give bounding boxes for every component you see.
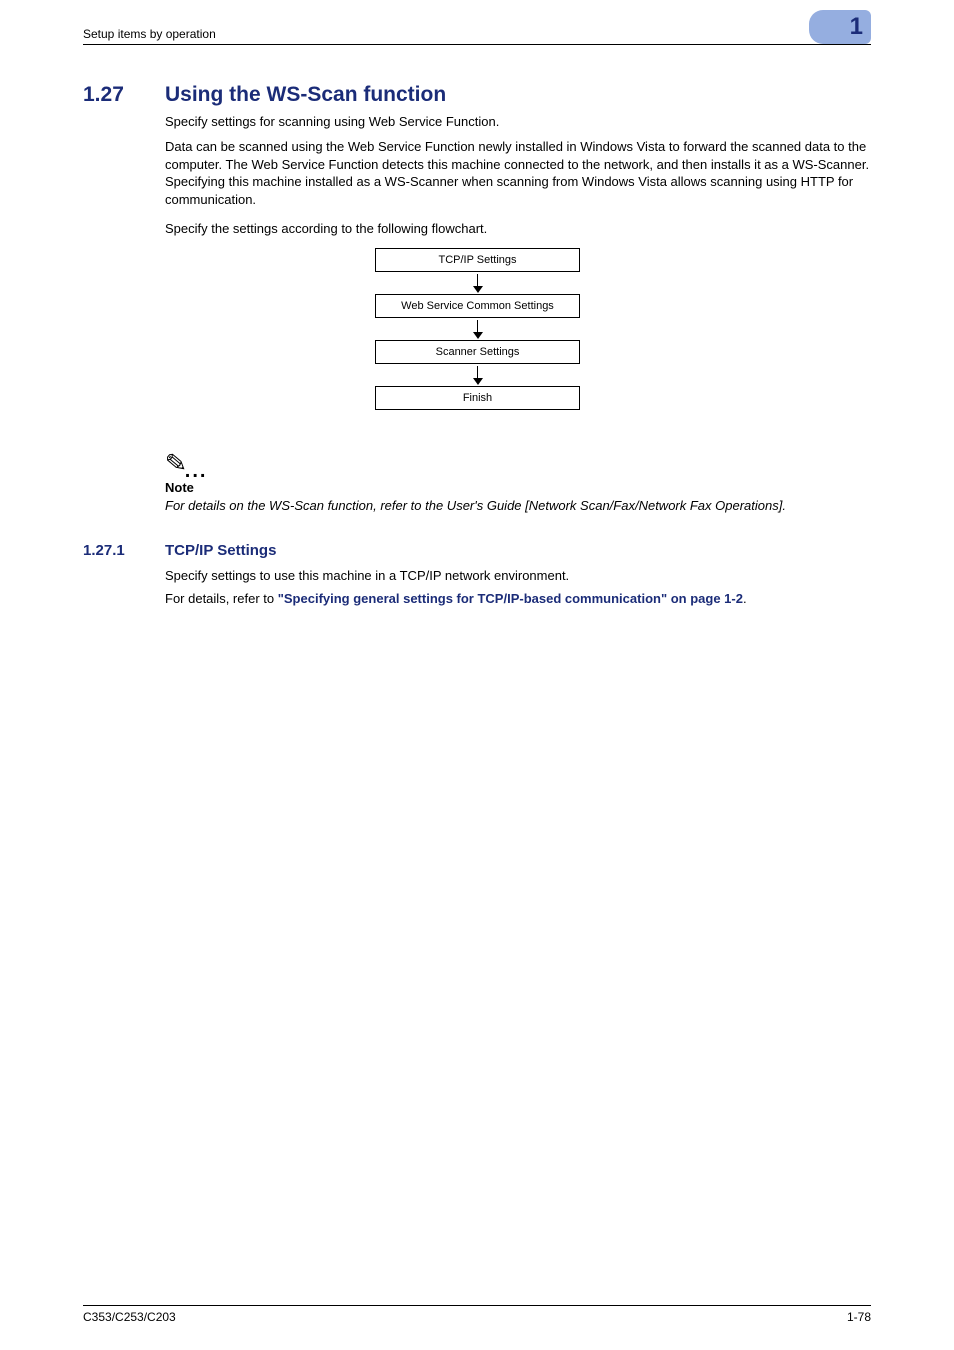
paragraph-desc: Data can be scanned using the Web Servic… (165, 138, 871, 208)
chapter-tab: 1 (809, 10, 871, 44)
section-number: 1.27 (83, 83, 165, 107)
crossref-prefix: For details, refer to (165, 591, 278, 606)
note-icon-row: ✎... (165, 450, 871, 478)
flowchart-arrow (473, 364, 483, 386)
paragraph-intro: Specify settings for scanning using Web … (165, 113, 871, 131)
flowchart: TCP/IP Settings Web Service Common Setti… (370, 248, 585, 410)
note-label: Note (165, 480, 871, 495)
header-rule (83, 44, 871, 45)
footer-page-number: 1-78 (847, 1310, 871, 1324)
crossref-suffix: . (743, 591, 747, 606)
flowchart-step-3: Scanner Settings (375, 340, 580, 364)
subsection-title: TCP/IP Settings (165, 542, 276, 559)
subsection-number: 1.27.1 (83, 542, 165, 559)
crossref-link[interactable]: "Specifying general settings for TCP/IP-… (278, 591, 743, 606)
flowchart-arrow (473, 318, 483, 340)
page: Setup items by operation 1 1.27 Using th… (0, 0, 954, 1350)
flowchart-step-2: Web Service Common Settings (375, 294, 580, 318)
flowchart-step-1: TCP/IP Settings (375, 248, 580, 272)
footer-rule (83, 1305, 871, 1306)
chapter-number: 1 (850, 13, 863, 41)
flowchart-step-4: Finish (375, 386, 580, 410)
footer-model: C353/C253/C203 (83, 1310, 176, 1324)
section-title: Using the WS-Scan function (165, 83, 446, 107)
flowchart-arrow (473, 272, 483, 294)
ellipsis-icon: ... (185, 460, 208, 482)
subsection-heading: 1.27.1 TCP/IP Settings (83, 542, 871, 559)
subsection-paragraph-1: Specify settings to use this machine in … (165, 567, 871, 585)
note-block: ✎... Note For details on the WS-Scan fun… (165, 450, 871, 515)
paragraph-flow-intro: Specify the settings according to the fo… (165, 220, 871, 238)
note-text: For details on the WS-Scan function, ref… (165, 497, 871, 515)
header-breadcrumb: Setup items by operation (83, 27, 216, 41)
subsection-paragraph-2: For details, refer to "Specifying genera… (165, 590, 871, 608)
section-heading: 1.27 Using the WS-Scan function (83, 83, 871, 107)
